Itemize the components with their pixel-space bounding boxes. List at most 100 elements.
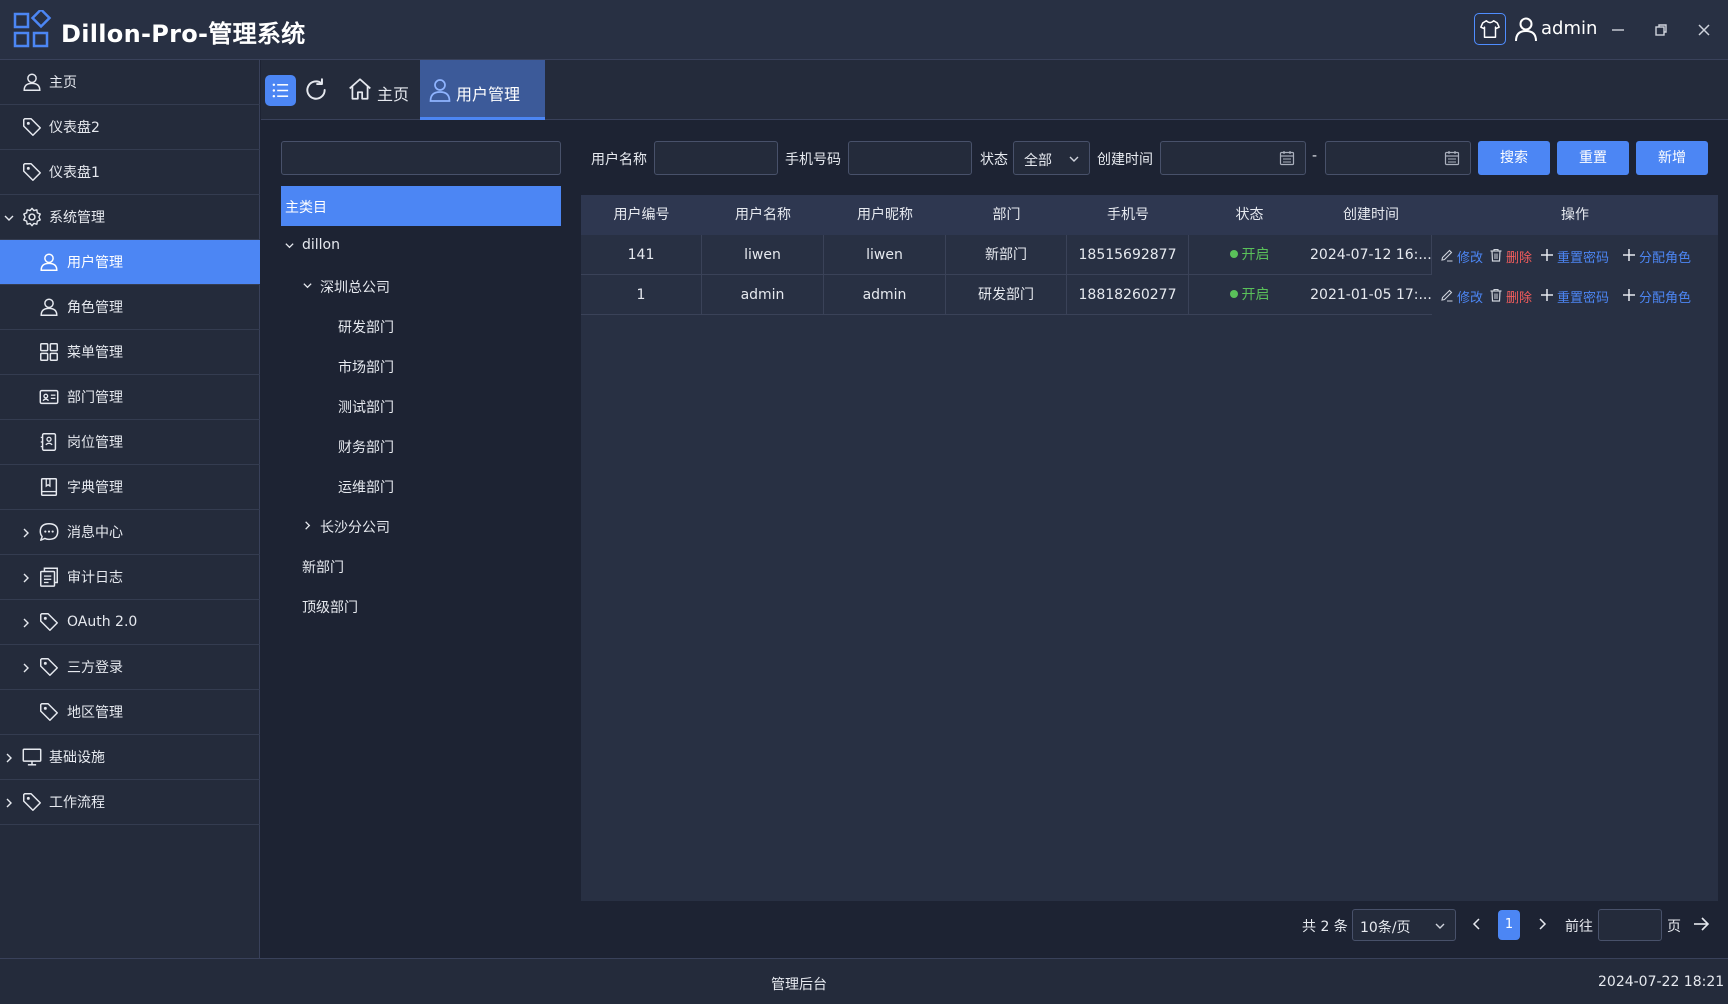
status-text: 开启 [1241,247,1270,263]
previous-page-icon[interactable] [1470,917,1484,931]
sidebar-item-departments[interactable]: 部门管理 [0,375,260,420]
chevron-right-icon [6,798,12,808]
tree-node-marketing[interactable]: 市场部门 [338,354,438,378]
chevron-down-icon [285,243,294,249]
phone-cell: 18515692877 [1067,235,1189,275]
sidebar-item-messages[interactable]: 消息中心 [0,510,260,555]
sidebar-item-label: 工作流程 [49,795,105,811]
sidebar-item-third-party-login[interactable]: 三方登录 [0,645,260,690]
status-dot-icon [1229,290,1238,298]
tree-node-label: dillon [302,237,340,253]
status-cell: 开启 [1189,235,1310,275]
plus-icon [1541,289,1553,301]
created-time-cell: 2024-07-12 16:... [1310,235,1432,275]
username-cell: liwen [702,235,824,275]
reset-button[interactable]: 重置 [1557,141,1629,175]
sidebar-item-label: OAuth 2.0 [67,614,138,630]
tag-icon [23,163,41,181]
tag-icon [40,658,58,676]
tree-node-new-dept[interactable]: 新部门 [302,554,402,578]
sidebar-item-dashboard2[interactable]: 仪表盘2 [0,105,260,150]
tree-node-label: 主类目 [285,200,327,216]
footer: 管理后台 2024-07-22 18:21 [0,958,1728,1004]
current-user-name[interactable]: admin [1541,18,1597,39]
id-card-icon [39,389,59,405]
table-row[interactable]: 1 admin admin 研发部门 18818260277 开启 2021-0… [581,275,1718,315]
tree-node-label: 长沙分公司 [320,520,390,536]
column-header: 用户名称 [735,207,791,223]
tree-node-ops[interactable]: 运维部门 [338,474,438,498]
sidebar-item-label: 角色管理 [67,300,123,316]
document-icon [40,567,58,587]
tree-node-label: 深圳总公司 [320,280,390,296]
user-id-cell: 141 [581,235,702,275]
sidebar-item-infrastructure[interactable]: 基础设施 [0,735,260,780]
user-avatar-icon[interactable] [1514,16,1538,42]
sidebar-item-system[interactable]: 系统管理 [0,195,260,240]
goto-page-input[interactable] [1598,909,1662,941]
table-row[interactable]: 141 liwen liwen 新部门 18515692877 开启 2024-… [581,235,1718,275]
end-date-picker[interactable] [1325,141,1471,175]
tree-node-dillon[interactable]: dillon [284,234,404,258]
sidebar-item-label: 基础设施 [49,750,105,766]
footer-clock: 2024-07-22 18:21 [1598,974,1725,990]
refresh-icon[interactable] [303,77,329,103]
reset-password-label: 重置密码 [1557,251,1610,266]
tree-node-testing[interactable]: 测试部门 [338,394,438,418]
phone-filter-label: 手机号码 [785,152,841,168]
tree-node-rd[interactable]: 研发部门 [338,314,438,338]
sidebar-item-roles[interactable]: 角色管理 [0,285,260,330]
column-header: 用户昵称 [857,207,913,223]
sidebar-item-audit-log[interactable]: 审计日志 [0,555,260,600]
sidebar-item-users[interactable]: 用户管理 [0,240,260,285]
user-table: 用户编号 用户名称 用户昵称 部门 手机号 状态 创建时间 操作 141 liw… [581,195,1718,901]
dept-search-input[interactable] [281,141,561,175]
page-size-select[interactable]: 10条/页 [1352,909,1456,941]
plus-icon [1541,249,1553,261]
current-page-button[interactable]: 1 [1498,910,1520,940]
arrow-right-icon[interactable] [1692,915,1710,933]
close-icon[interactable] [1694,20,1714,40]
sidebar-item-regions[interactable]: 地区管理 [0,690,260,735]
sidebar-item-menus[interactable]: 菜单管理 [0,330,260,375]
sidebar-item-dictionary[interactable]: 字典管理 [0,465,260,510]
tree-node-label: 顶级部门 [302,600,358,616]
tab-home[interactable]: 主页 [345,60,419,120]
restore-icon[interactable] [1651,20,1671,40]
status-filter-label: 状态 [980,152,1008,168]
tree-root-node[interactable]: 主类目 [281,186,561,226]
tag-icon [23,118,41,136]
edit-label: 修改 [1457,291,1484,306]
add-button[interactable]: 新增 [1636,141,1708,175]
theme-skin-button[interactable] [1474,13,1506,45]
chevron-right-icon [23,618,29,628]
minimize-icon[interactable] [1608,20,1628,40]
tree-node-finance[interactable]: 财务部门 [338,434,438,458]
sidebar-item-dashboard1[interactable]: 仪表盘1 [0,150,260,195]
status-select[interactable]: 全部 [1013,141,1090,175]
tree-node-label: 财务部门 [338,440,394,456]
sidebar-item-posts[interactable]: 岗位管理 [0,420,260,465]
column-header: 操作 [1561,207,1589,223]
phone-filter-input[interactable] [848,141,972,175]
username-filter-label: 用户名称 [591,152,647,168]
reset-password-label: 重置密码 [1557,291,1610,306]
menu-toggle-button[interactable] [265,75,296,106]
next-page-icon[interactable] [1535,917,1549,931]
tree-node-shenzhen[interactable]: 深圳总公司 [302,274,422,298]
tab-users[interactable]: 用户管理 [420,60,545,120]
search-button[interactable]: 搜索 [1478,141,1550,175]
user-icon [23,73,41,91]
start-date-picker[interactable] [1160,141,1306,175]
sidebar-item-oauth[interactable]: OAuth 2.0 [0,600,260,645]
username-filter-input[interactable] [654,141,778,175]
calendar-icon [1279,151,1295,166]
sidebar-item-home[interactable]: 主页 [0,60,260,105]
sidebar-item-workflow[interactable]: 工作流程 [0,780,260,825]
sidebar-item-label: 审计日志 [67,570,123,586]
monitor-icon [22,748,42,766]
goto-label: 前往 [1565,919,1593,935]
tree-node-top-dept[interactable]: 顶级部门 [302,594,402,618]
column-header: 创建时间 [1343,207,1399,223]
tree-node-changsha[interactable]: 长沙分公司 [302,514,422,538]
